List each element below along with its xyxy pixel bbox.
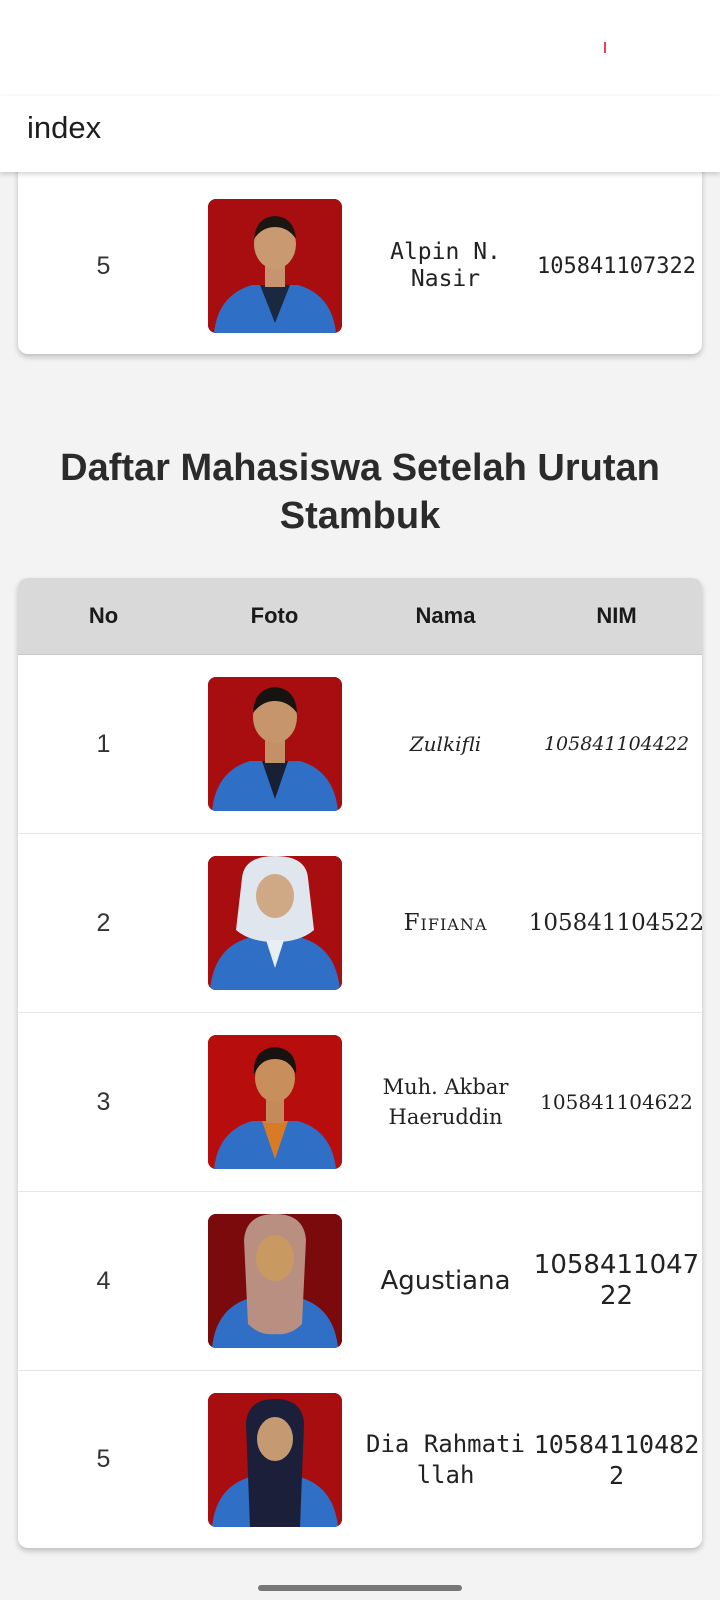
student-photo: [207, 677, 342, 811]
table-row: 1 Zulkifli 105841104422: [18, 655, 702, 834]
student-name: Zulkifli: [409, 732, 482, 756]
status-indicator: [604, 42, 606, 53]
section-title: Daftar Mahasiswa Setelah Urutan Stambuk: [60, 447, 660, 537]
student-nim: 105841104722: [533, 1250, 700, 1311]
student-photo: [207, 856, 342, 990]
header-foto: Foto: [250, 603, 299, 628]
table-row: 5 Dia Rahmatillah 105841104822: [18, 1371, 702, 1548]
row-number: 5: [96, 1445, 111, 1473]
student-nim: 105841107322: [537, 253, 696, 279]
student-photo: [207, 1035, 342, 1169]
row-number: 4: [96, 1266, 111, 1295]
student-name: Muh. Akbar Haeruddin: [382, 1075, 509, 1129]
status-bar: [0, 0, 720, 96]
header-nim: NIM: [596, 603, 637, 628]
app-bar: index: [0, 96, 720, 172]
row-number: 2: [96, 908, 111, 937]
table-row: 3 Muh. Akbar Haeruddin 105841104622: [18, 1013, 702, 1192]
gesture-navigation-bar[interactable]: [258, 1585, 462, 1591]
student-photo: [207, 1392, 342, 1527]
student-nim: 105841104422: [543, 733, 690, 755]
student-name: Dia Rahmatillah: [366, 1429, 525, 1489]
student-photo: [207, 199, 342, 333]
table-row: 4 Agustiana 105841104722: [18, 1192, 702, 1371]
header-nama: Nama: [415, 603, 476, 628]
row-number: 1: [96, 729, 111, 758]
table-row: 5 Alpin N. Nasir 105841107322: [18, 178, 702, 354]
student-nim: 105841104622: [540, 1090, 693, 1114]
student-name: Fifiana: [403, 910, 488, 936]
student-name: Alpin N. Nasir: [390, 239, 501, 292]
previous-table-card: 5 Alpin N. Nasir 105841107322: [18, 150, 702, 354]
student-nim: 105841104522: [528, 910, 702, 936]
row-number: 5: [96, 251, 111, 280]
table-header-row: No Foto Nama NIM: [18, 578, 702, 655]
student-name: Agustiana: [380, 1266, 511, 1296]
app-title: index: [27, 110, 102, 145]
student-photo: [207, 1214, 342, 1348]
student-nim: 105841104822: [533, 1429, 700, 1490]
row-number: 3: [96, 1087, 111, 1116]
student-table: No Foto Nama NIM 1 Zulkifli 105841104422…: [18, 578, 702, 1548]
header-no: No: [88, 603, 119, 628]
table-row: 2 Fifiana 105841104522: [18, 834, 702, 1013]
